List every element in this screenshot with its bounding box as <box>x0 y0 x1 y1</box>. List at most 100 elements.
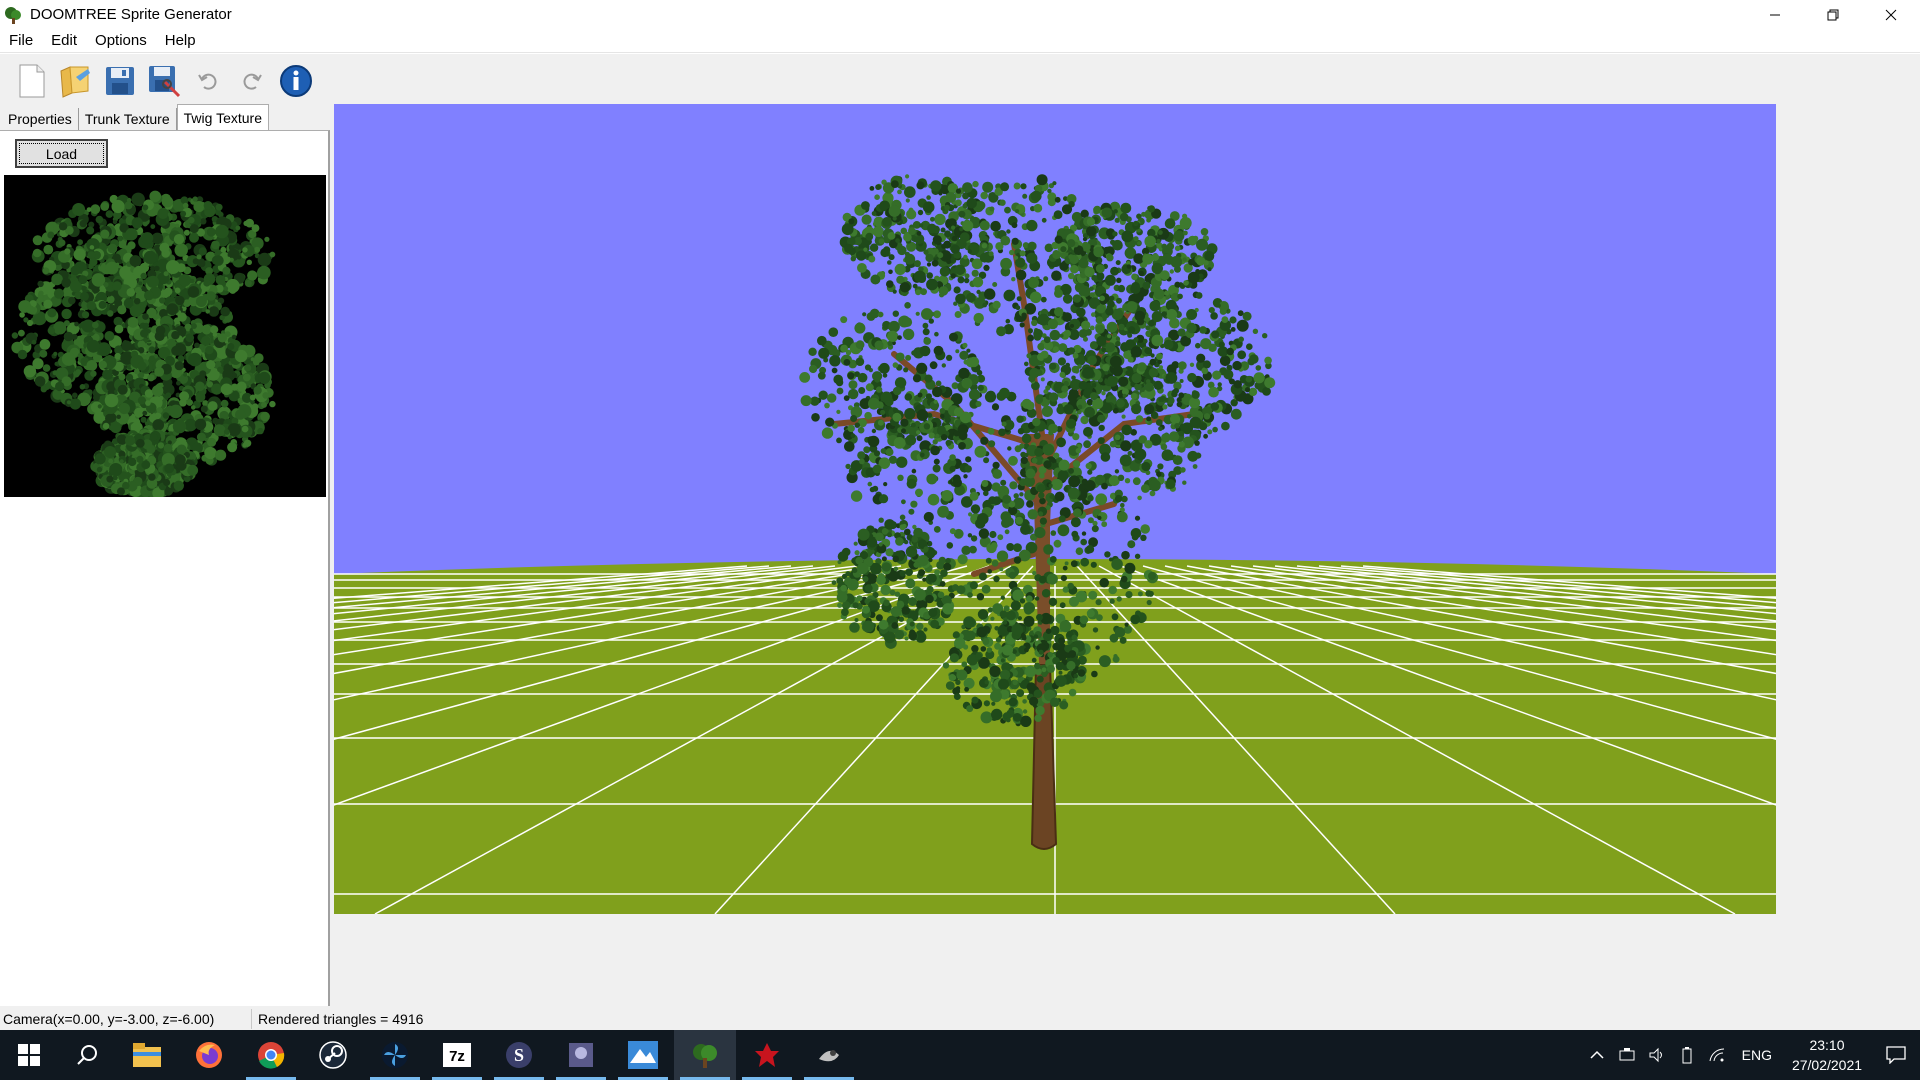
leaf-cluster <box>862 312 867 317</box>
twig-leaf <box>145 400 151 406</box>
twig-leaf <box>117 384 128 395</box>
tray-clock[interactable]: 23:10 27/02/2021 <box>1782 1035 1872 1075</box>
tab-twig-texture[interactable]: Twig Texture <box>176 104 269 130</box>
twig-leaf <box>164 287 173 296</box>
twig-leaf <box>137 361 147 371</box>
load-button[interactable]: Load <box>15 139 108 168</box>
leaf-cluster <box>892 412 902 422</box>
tray-battery[interactable] <box>1672 1030 1702 1080</box>
volume-icon <box>1649 1047 1662 1063</box>
taskbar-file-explorer[interactable] <box>116 1030 178 1080</box>
taskbar-fan-app[interactable] <box>364 1030 426 1080</box>
leaf-cluster <box>1077 669 1086 677</box>
taskbar-paint[interactable] <box>798 1030 860 1080</box>
leaf-cluster <box>1049 329 1061 341</box>
leaf-cluster <box>987 569 992 574</box>
twig-leaf <box>236 381 247 392</box>
taskbar-7zip[interactable]: 7z <box>426 1030 488 1080</box>
undo-button[interactable] <box>186 60 230 102</box>
notification-button[interactable] <box>1872 1030 1920 1080</box>
taskbar-steam[interactable] <box>302 1030 364 1080</box>
leaf-cluster <box>1095 645 1100 650</box>
tray-overflow-button[interactable] <box>1582 1030 1612 1080</box>
leaf-cluster <box>1116 399 1125 408</box>
leaf-cluster <box>1097 437 1105 445</box>
search-button[interactable] <box>58 1030 116 1080</box>
leaf-cluster <box>910 500 918 508</box>
leaf-cluster <box>892 555 900 563</box>
new-button[interactable] <box>10 60 54 102</box>
leaf-cluster <box>849 622 860 633</box>
leaf-cluster <box>1217 382 1222 387</box>
leaf-cluster <box>946 354 953 361</box>
3d-viewport[interactable] <box>334 104 1776 914</box>
leaf-cluster <box>1223 369 1234 380</box>
twig-leaf <box>129 255 142 267</box>
taskbar-chrome[interactable] <box>240 1030 302 1080</box>
leaf-cluster <box>901 499 906 505</box>
leaf-cluster <box>1079 615 1089 624</box>
close-button[interactable] <box>1862 0 1920 29</box>
leaf-cluster <box>1117 284 1126 293</box>
tab-trunk-texture[interactable]: Trunk Texture <box>79 108 177 130</box>
menu-help[interactable]: Help <box>156 32 205 49</box>
tray-language[interactable]: ENG <box>1732 1047 1782 1063</box>
save-button[interactable] <box>98 60 142 102</box>
start-button[interactable] <box>0 1030 58 1080</box>
redo-button[interactable] <box>230 60 274 102</box>
leaf-cluster <box>1212 370 1222 380</box>
leaf-cluster <box>900 418 909 427</box>
taskbar-uds[interactable] <box>550 1030 612 1080</box>
leaf-cluster <box>1262 387 1271 396</box>
taskbar-red-app[interactable] <box>736 1030 798 1080</box>
leaf-cluster <box>1033 432 1041 440</box>
menu-edit[interactable]: Edit <box>42 32 86 49</box>
twig-leaf <box>166 260 180 274</box>
leaf-cluster <box>1189 362 1195 367</box>
leaf-cluster <box>1022 709 1028 714</box>
file-explorer-icon <box>133 1043 161 1067</box>
leaf-cluster <box>1027 241 1037 251</box>
minimize-button[interactable] <box>1746 0 1804 29</box>
leaf-cluster <box>1203 413 1211 420</box>
leaf-cluster <box>1012 679 1018 686</box>
leaf-cluster <box>845 463 851 470</box>
tray-wifi[interactable] <box>1702 1030 1732 1080</box>
taskbar-terragen[interactable] <box>612 1030 674 1080</box>
twig-leaf <box>180 196 189 204</box>
twig-leaf <box>140 272 147 280</box>
twig-leaf <box>17 349 28 360</box>
leaf-cluster <box>1061 385 1069 393</box>
twig-leaf <box>149 355 155 362</box>
save-as-button[interactable] <box>142 60 186 102</box>
leaf-cluster <box>934 331 939 337</box>
twig-leaf <box>215 203 223 211</box>
leaf-cluster <box>1119 636 1127 644</box>
leaf-cluster <box>1024 606 1033 615</box>
taskbar-slade[interactable]: S <box>488 1030 550 1080</box>
twig-leaf <box>196 432 206 442</box>
twig-leaf <box>172 419 187 434</box>
leaf-cluster <box>1242 311 1252 321</box>
twig-leaf <box>211 240 220 250</box>
taskbar-firefox[interactable] <box>178 1030 240 1080</box>
leaf-cluster <box>1201 367 1209 375</box>
menu-options[interactable]: Options <box>86 32 156 49</box>
twig-leaf <box>106 295 115 304</box>
leaf-cluster <box>1149 358 1157 366</box>
tray-volume[interactable] <box>1642 1030 1672 1080</box>
taskbar-doomtree[interactable] <box>674 1030 736 1080</box>
twig-leaf <box>128 457 137 467</box>
tab-properties[interactable]: Properties <box>2 108 79 130</box>
leaf-cluster <box>1113 654 1118 659</box>
twig-leaf <box>54 361 59 366</box>
about-button[interactable] <box>274 60 318 102</box>
leaf-cluster <box>878 619 889 630</box>
twig-leaf <box>247 270 258 281</box>
tray-network-device[interactable] <box>1612 1030 1642 1080</box>
open-button[interactable] <box>54 60 98 102</box>
restore-button[interactable] <box>1804 0 1862 29</box>
leaf-cluster <box>1020 524 1031 535</box>
menu-file[interactable]: File <box>0 32 42 49</box>
leaf-cluster <box>932 235 942 245</box>
